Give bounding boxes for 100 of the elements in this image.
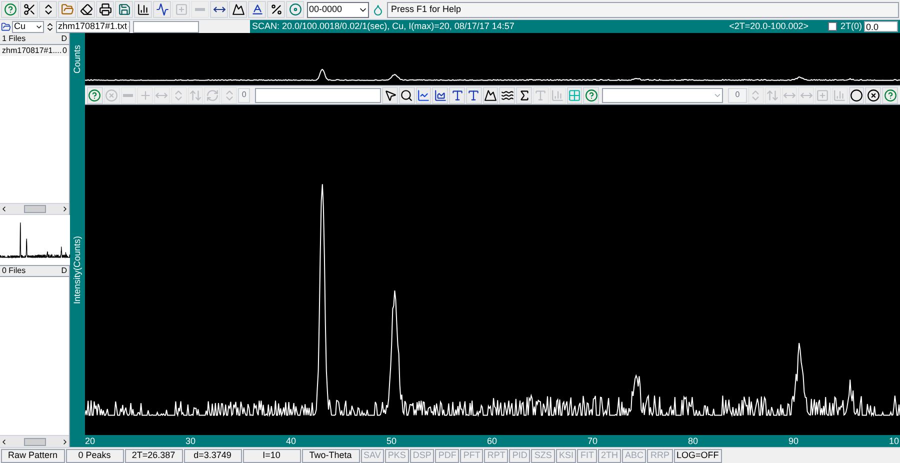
drop-icon (372, 4, 384, 16)
save-icon (118, 3, 130, 16)
vertical-arrows-icon (188, 88, 202, 102)
toolbar-button[interactable] (20, 1, 38, 18)
printer-icon (98, 3, 112, 16)
toolbar-button[interactable] (499, 86, 516, 104)
element-combo[interactable]: Cu (12, 20, 44, 32)
toolbar-button[interactable] (482, 86, 498, 104)
toolbar-button[interactable] (865, 86, 882, 104)
input-field[interactable] (133, 20, 199, 32)
toolbar-button[interactable] (848, 86, 864, 104)
tick-label: 20 (85, 435, 96, 447)
status-panel: Two-Theta (302, 448, 360, 462)
eraser-icon (80, 3, 92, 16)
input-field[interactable] (255, 88, 382, 102)
value-field[interactable]: 0 (728, 88, 748, 102)
pulse-icon (156, 3, 168, 16)
scroll-thumb[interactable] (24, 205, 46, 213)
toolbar-button[interactable] (210, 1, 228, 18)
sigma-icon (518, 88, 531, 102)
axis-label: Counts (70, 44, 83, 74)
scroll-thumb[interactable] (24, 438, 46, 446)
file-column: 0 (62, 44, 67, 56)
status-panel: SAV (360, 448, 384, 462)
status-panel: PID (509, 448, 530, 462)
line-chart-icon (417, 88, 430, 102)
checkbox[interactable] (828, 22, 838, 31)
status-panel: 0 Peaks (66, 448, 124, 462)
status-panel: FIT (577, 448, 597, 462)
zero-field[interactable]: 0.0 (864, 21, 898, 32)
pattern-combo[interactable]: 00-0000 (307, 2, 369, 18)
toolbar-button[interactable] (382, 86, 398, 104)
help-field: Press F1 for Help (387, 2, 899, 18)
toolbar-button[interactable] (248, 1, 266, 18)
status-panel: LOG=OFF (674, 448, 722, 462)
file-combo[interactable]: zhm170817#1.txt (56, 20, 130, 32)
folder-icon[interactable] (1, 22, 11, 32)
tick-label: 40 (286, 435, 296, 447)
bar-chart-icon (136, 3, 150, 16)
peaks-icon (232, 3, 244, 16)
tick-label: 50 (386, 435, 397, 447)
toolbar-button[interactable] (516, 86, 532, 104)
status-panel: ABC (622, 448, 646, 462)
letters-icon (450, 88, 464, 102)
toolbar-button[interactable] (416, 86, 432, 104)
dropdown[interactable] (602, 88, 723, 102)
toolbar-button[interactable] (466, 86, 482, 104)
file-name: zhm170817#1.... (2, 44, 62, 56)
status-panel: RRP (647, 448, 672, 462)
scan-info: SCAN: 20.0/100.0018/0.02/1(sec), Cu, I(max)=20, 08/17/17 14:57 (252, 20, 514, 33)
status-panel: SZS (531, 448, 555, 462)
disc-icon (288, 3, 302, 16)
bar-chart-icon (551, 88, 564, 102)
status-panel: KSI (556, 448, 576, 462)
toolbar-button[interactable] (96, 1, 114, 18)
toolbar-button[interactable] (39, 1, 57, 18)
files-count: 1 Files (2, 32, 26, 44)
plus-icon (138, 88, 152, 102)
toolbar-button[interactable] (267, 1, 285, 18)
bar-icon (195, 8, 205, 11)
help-icon (584, 88, 598, 102)
value-field[interactable]: 0 (238, 88, 250, 102)
help-icon (88, 88, 102, 102)
status-panel: 2T=26.387 (124, 448, 183, 462)
tick-label: 60 (487, 435, 498, 447)
plus-square-icon (174, 3, 188, 16)
tick-label: 10 (889, 435, 900, 447)
toolbar-button[interactable] (229, 1, 247, 18)
column-header: D (61, 265, 67, 277)
minus-icon (123, 94, 134, 96)
close-circle-icon (866, 88, 880, 102)
scrollbar[interactable] (0, 435, 69, 447)
grid-icon (568, 88, 581, 102)
zero-label: 2T(0) (840, 20, 862, 33)
up-down-icon[interactable] (45, 22, 55, 32)
status-panel: d=3.3749 (184, 448, 242, 462)
letters-icon (467, 88, 480, 102)
area-chart-icon (434, 88, 447, 102)
toolbar-button[interactable] (398, 86, 415, 104)
peaks-icon (484, 88, 498, 102)
toolbar-button[interactable] (449, 86, 465, 104)
help-icon (4, 3, 16, 16)
status-panel: PFT (460, 448, 484, 462)
pointer-icon (384, 88, 396, 102)
toolbar-button[interactable] (134, 1, 152, 18)
scrollbar[interactable] (0, 203, 69, 215)
scissors-icon (22, 3, 36, 16)
file-list-item[interactable]: zhm170817#1....0 (0, 45, 69, 56)
circle-icon (850, 88, 863, 102)
toolbar-button[interactable] (77, 1, 95, 18)
toolbar-button[interactable] (432, 86, 448, 104)
toolbar-button[interactable] (115, 1, 133, 18)
plus-square-icon (816, 88, 830, 102)
close-circle-icon (105, 88, 118, 102)
toolbar-button[interactable] (153, 1, 171, 18)
axis-label: Intensity(Counts) (70, 236, 83, 304)
tick-label: 90 (788, 435, 799, 447)
range-label: <2T=20.0-100.002> (729, 20, 808, 33)
folder-icon (60, 3, 74, 16)
files-count: 0 Files (2, 265, 26, 277)
